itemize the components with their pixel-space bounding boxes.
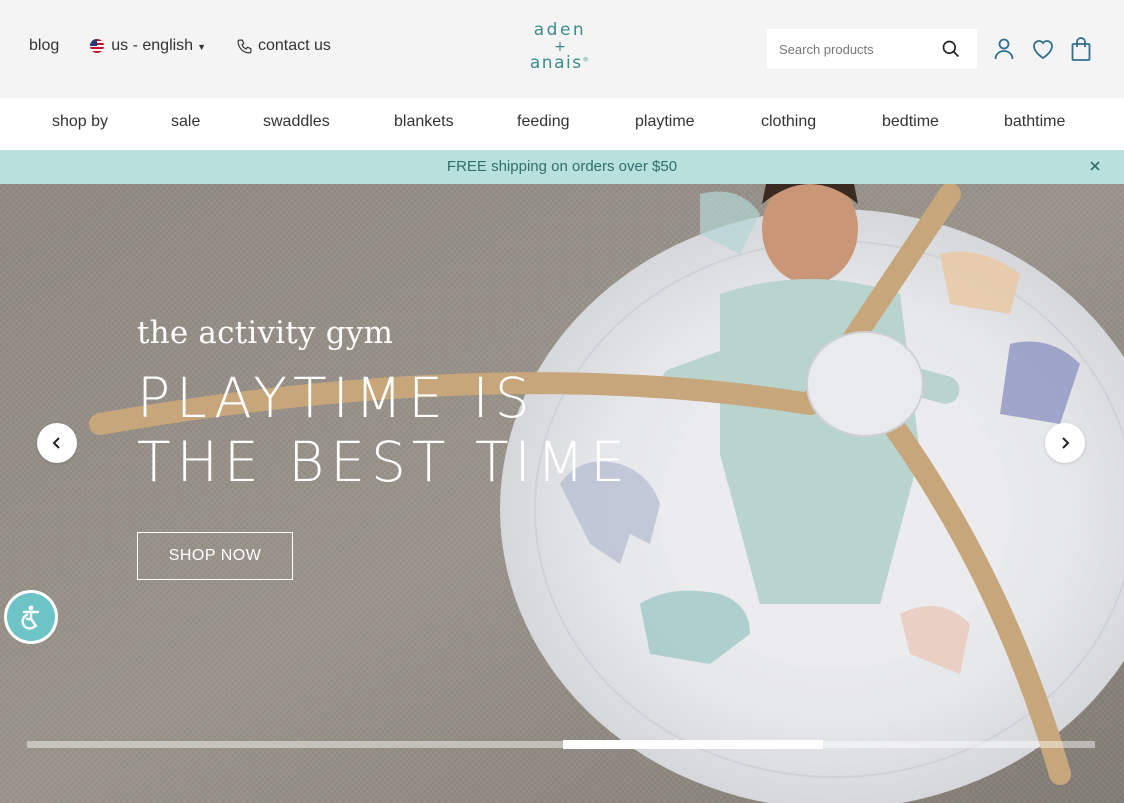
promo-banner: FREE shipping on orders over $50 xyxy=(0,150,1124,184)
accessibility-button[interactable] xyxy=(4,590,58,644)
search-icon[interactable] xyxy=(941,39,961,59)
locale-selector[interactable]: us - english ▼ xyxy=(90,37,206,55)
hero-title: PLAYTIME IS THE BEST TIME xyxy=(137,366,631,494)
carousel-progress xyxy=(27,740,1095,749)
brand-logo[interactable]: aden + anais® xyxy=(526,22,594,72)
carousel-next-button[interactable] xyxy=(1045,423,1085,463)
hero-title-line-2: THE BEST TIME xyxy=(137,430,631,494)
heart-icon[interactable] xyxy=(1031,36,1055,62)
blog-link[interactable]: blog xyxy=(29,37,59,55)
locale-label: us - english xyxy=(111,37,194,54)
us-flag-icon xyxy=(90,39,105,53)
utility-links: blog us - english ▼ contact us xyxy=(29,37,331,55)
chevron-right-icon xyxy=(1062,437,1070,449)
nav-item-swaddles[interactable]: swaddles xyxy=(263,113,330,131)
logo-mark: ® xyxy=(582,56,591,64)
search-input[interactable] xyxy=(779,41,939,57)
logo-word: anais xyxy=(529,53,583,73)
hero-eyebrow: the activity gym xyxy=(137,315,394,351)
shop-now-button[interactable]: SHOP NOW xyxy=(137,532,293,580)
nav-item-blankets[interactable]: blankets xyxy=(394,113,454,131)
carousel-prev-button[interactable] xyxy=(37,423,77,463)
contact-label: contact us xyxy=(258,37,331,54)
shopping-bag-icon[interactable] xyxy=(1069,36,1093,62)
phone-icon xyxy=(237,39,252,53)
utility-bar: blog us - english ▼ contact us aden + an… xyxy=(0,0,1124,98)
nav-item-playtime[interactable]: playtime xyxy=(635,113,695,131)
logo-line-3: anais® xyxy=(526,55,594,72)
close-icon[interactable] xyxy=(1088,159,1102,173)
accessibility-icon xyxy=(7,593,55,641)
main-nav: shop by sale swaddles blankets feeding p… xyxy=(0,98,1124,150)
nav-item-shop-by[interactable]: shop by xyxy=(52,113,108,131)
nav-item-feeding[interactable]: feeding xyxy=(517,113,570,131)
promo-text: FREE shipping on orders over $50 xyxy=(446,158,678,175)
chevron-left-icon xyxy=(52,437,60,449)
hero-carousel: the activity gym PLAYTIME IS THE BEST TI… xyxy=(0,184,1124,803)
logo-line-1: aden xyxy=(533,20,587,40)
nav-item-sale[interactable]: sale xyxy=(171,113,200,131)
carousel-progress-active xyxy=(563,740,823,749)
contact-link[interactable]: contact us xyxy=(236,37,331,55)
user-icon[interactable] xyxy=(992,36,1016,62)
logo-line-2: + xyxy=(554,39,566,55)
search-box xyxy=(767,29,977,69)
nav-item-bedtime[interactable]: bedtime xyxy=(882,113,939,131)
hero-title-line-1: PLAYTIME IS xyxy=(137,366,536,430)
nav-item-bathtime[interactable]: bathtime xyxy=(1004,113,1065,131)
chevron-down-icon: ▼ xyxy=(197,41,206,52)
carousel-progress-track xyxy=(27,741,1095,748)
nav-item-clothing[interactable]: clothing xyxy=(761,113,816,131)
